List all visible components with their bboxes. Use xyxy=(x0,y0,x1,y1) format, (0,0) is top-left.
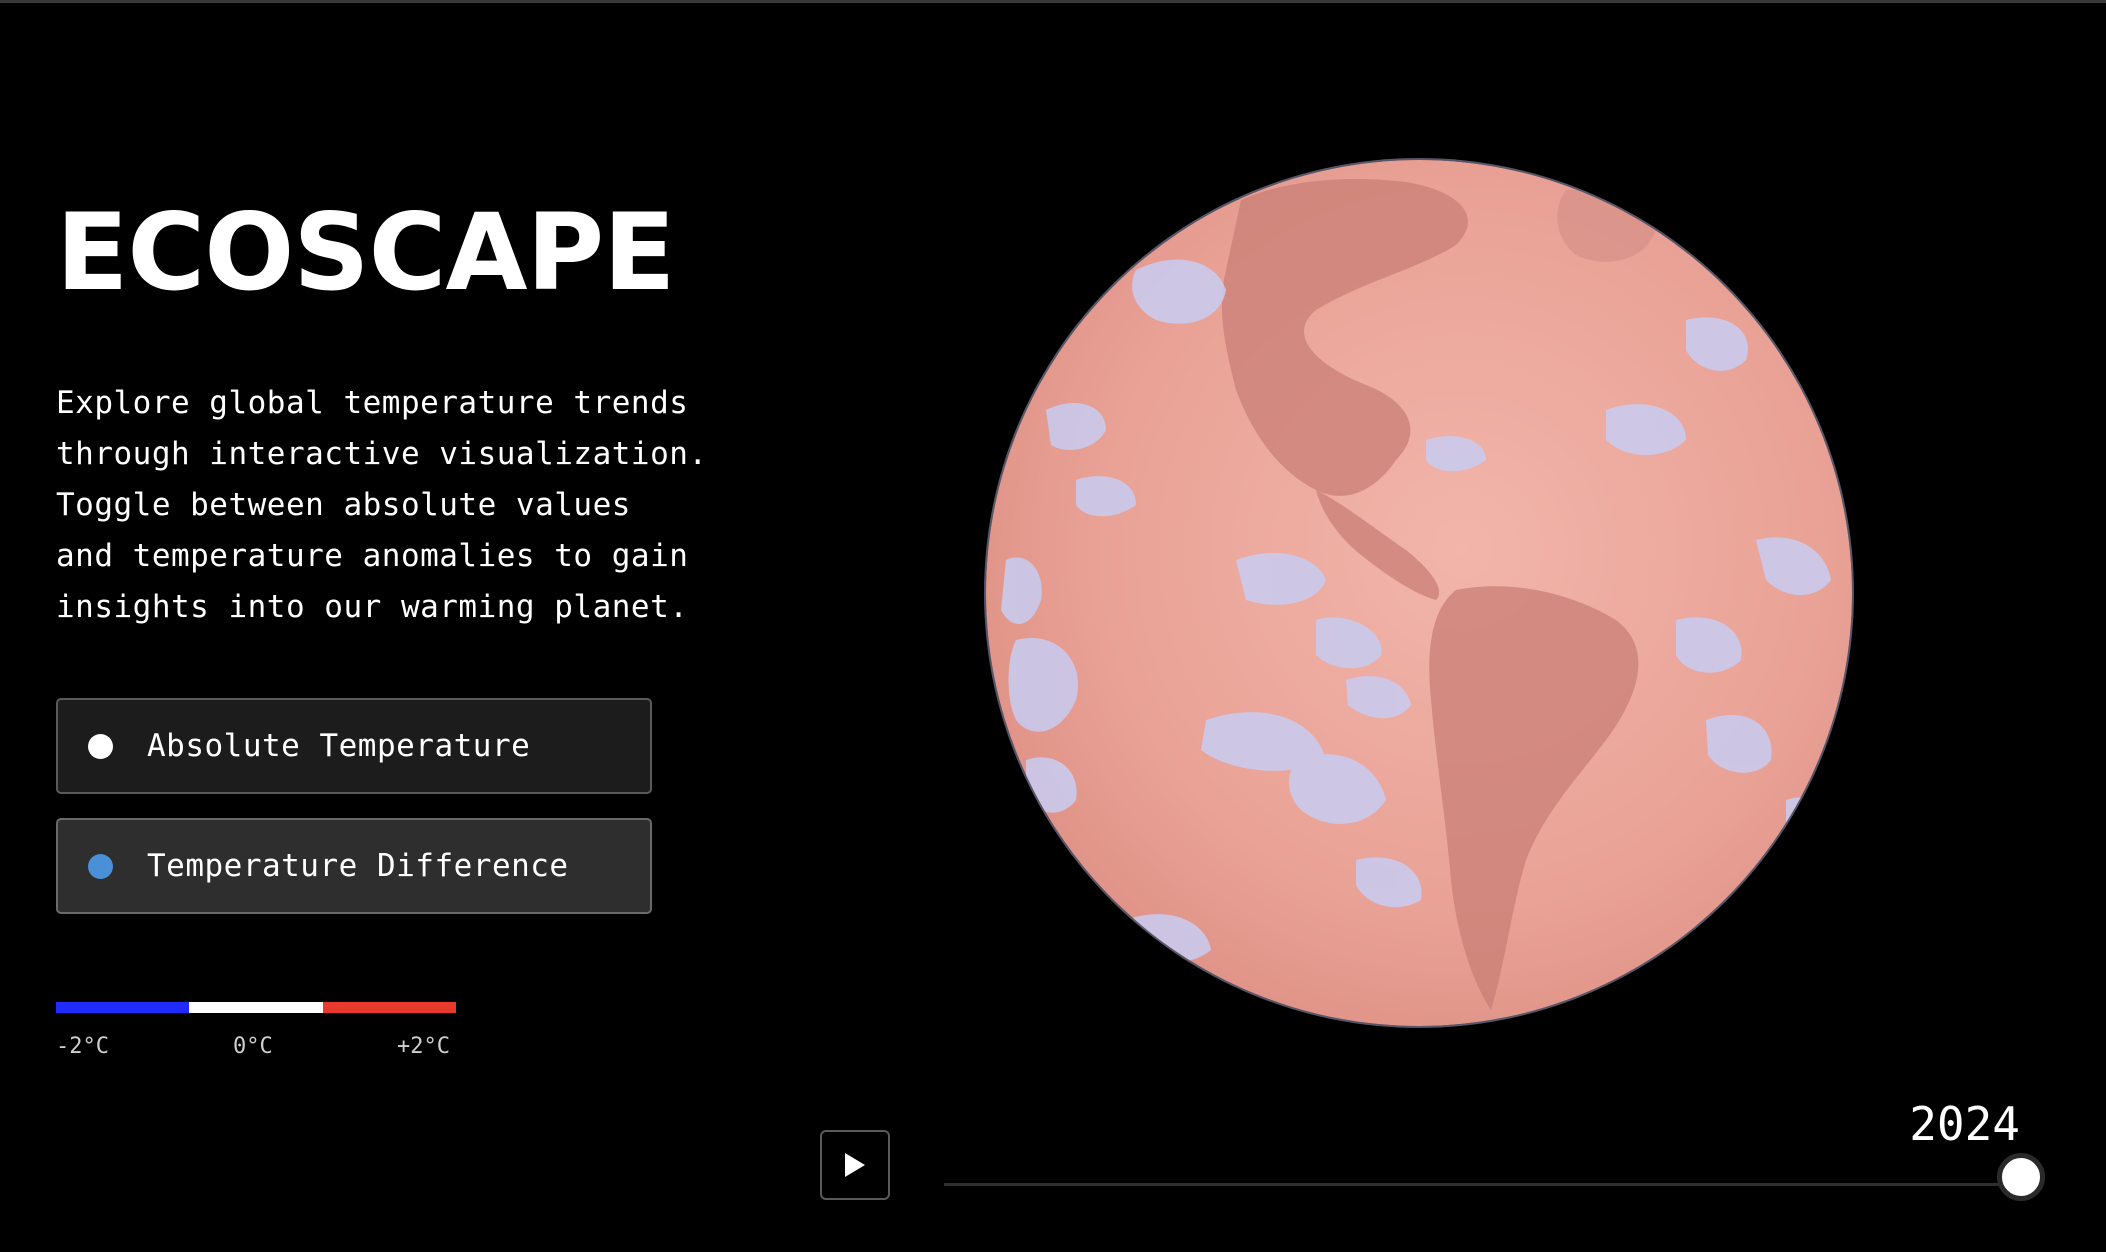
legend-label-mid: 0°C xyxy=(233,1034,273,1059)
absolute-temperature-toggle[interactable]: Absolute Temperature xyxy=(56,698,652,794)
toggle-label: Temperature Difference xyxy=(147,848,569,884)
globe-visualization[interactable] xyxy=(986,160,1852,1026)
greenland-landmass xyxy=(1557,189,1656,262)
current-year: 2024 xyxy=(1909,1097,2020,1151)
legend-warm-segment xyxy=(322,1002,456,1013)
cool-anomaly-patches xyxy=(1001,259,1832,963)
timeline-track[interactable] xyxy=(944,1183,2020,1186)
top-border xyxy=(0,0,2106,3)
dot-indicator-icon xyxy=(88,733,113,759)
legend-neutral-segment xyxy=(189,1002,323,1013)
dot-indicator-icon xyxy=(88,853,113,879)
legend-cold-segment xyxy=(56,1002,190,1013)
color-scale-legend xyxy=(56,1002,456,1013)
central-america-landmass xyxy=(1316,490,1440,600)
timeline-slider-thumb[interactable] xyxy=(1997,1153,2045,1201)
globe-map xyxy=(1001,179,1832,1010)
toggle-label: Absolute Temperature xyxy=(147,728,531,764)
app-title: ECOSCAPE xyxy=(56,191,676,314)
south-america-landmass xyxy=(1429,586,1639,1010)
app-description: Explore global temperature trends throug… xyxy=(56,385,708,625)
temperature-difference-toggle[interactable]: Temperature Difference xyxy=(56,818,652,914)
play-icon xyxy=(845,1153,865,1177)
legend-label-max: +2°C xyxy=(397,1034,450,1059)
legend-label-min: -2°C xyxy=(56,1034,109,1059)
play-button[interactable] xyxy=(820,1130,890,1200)
